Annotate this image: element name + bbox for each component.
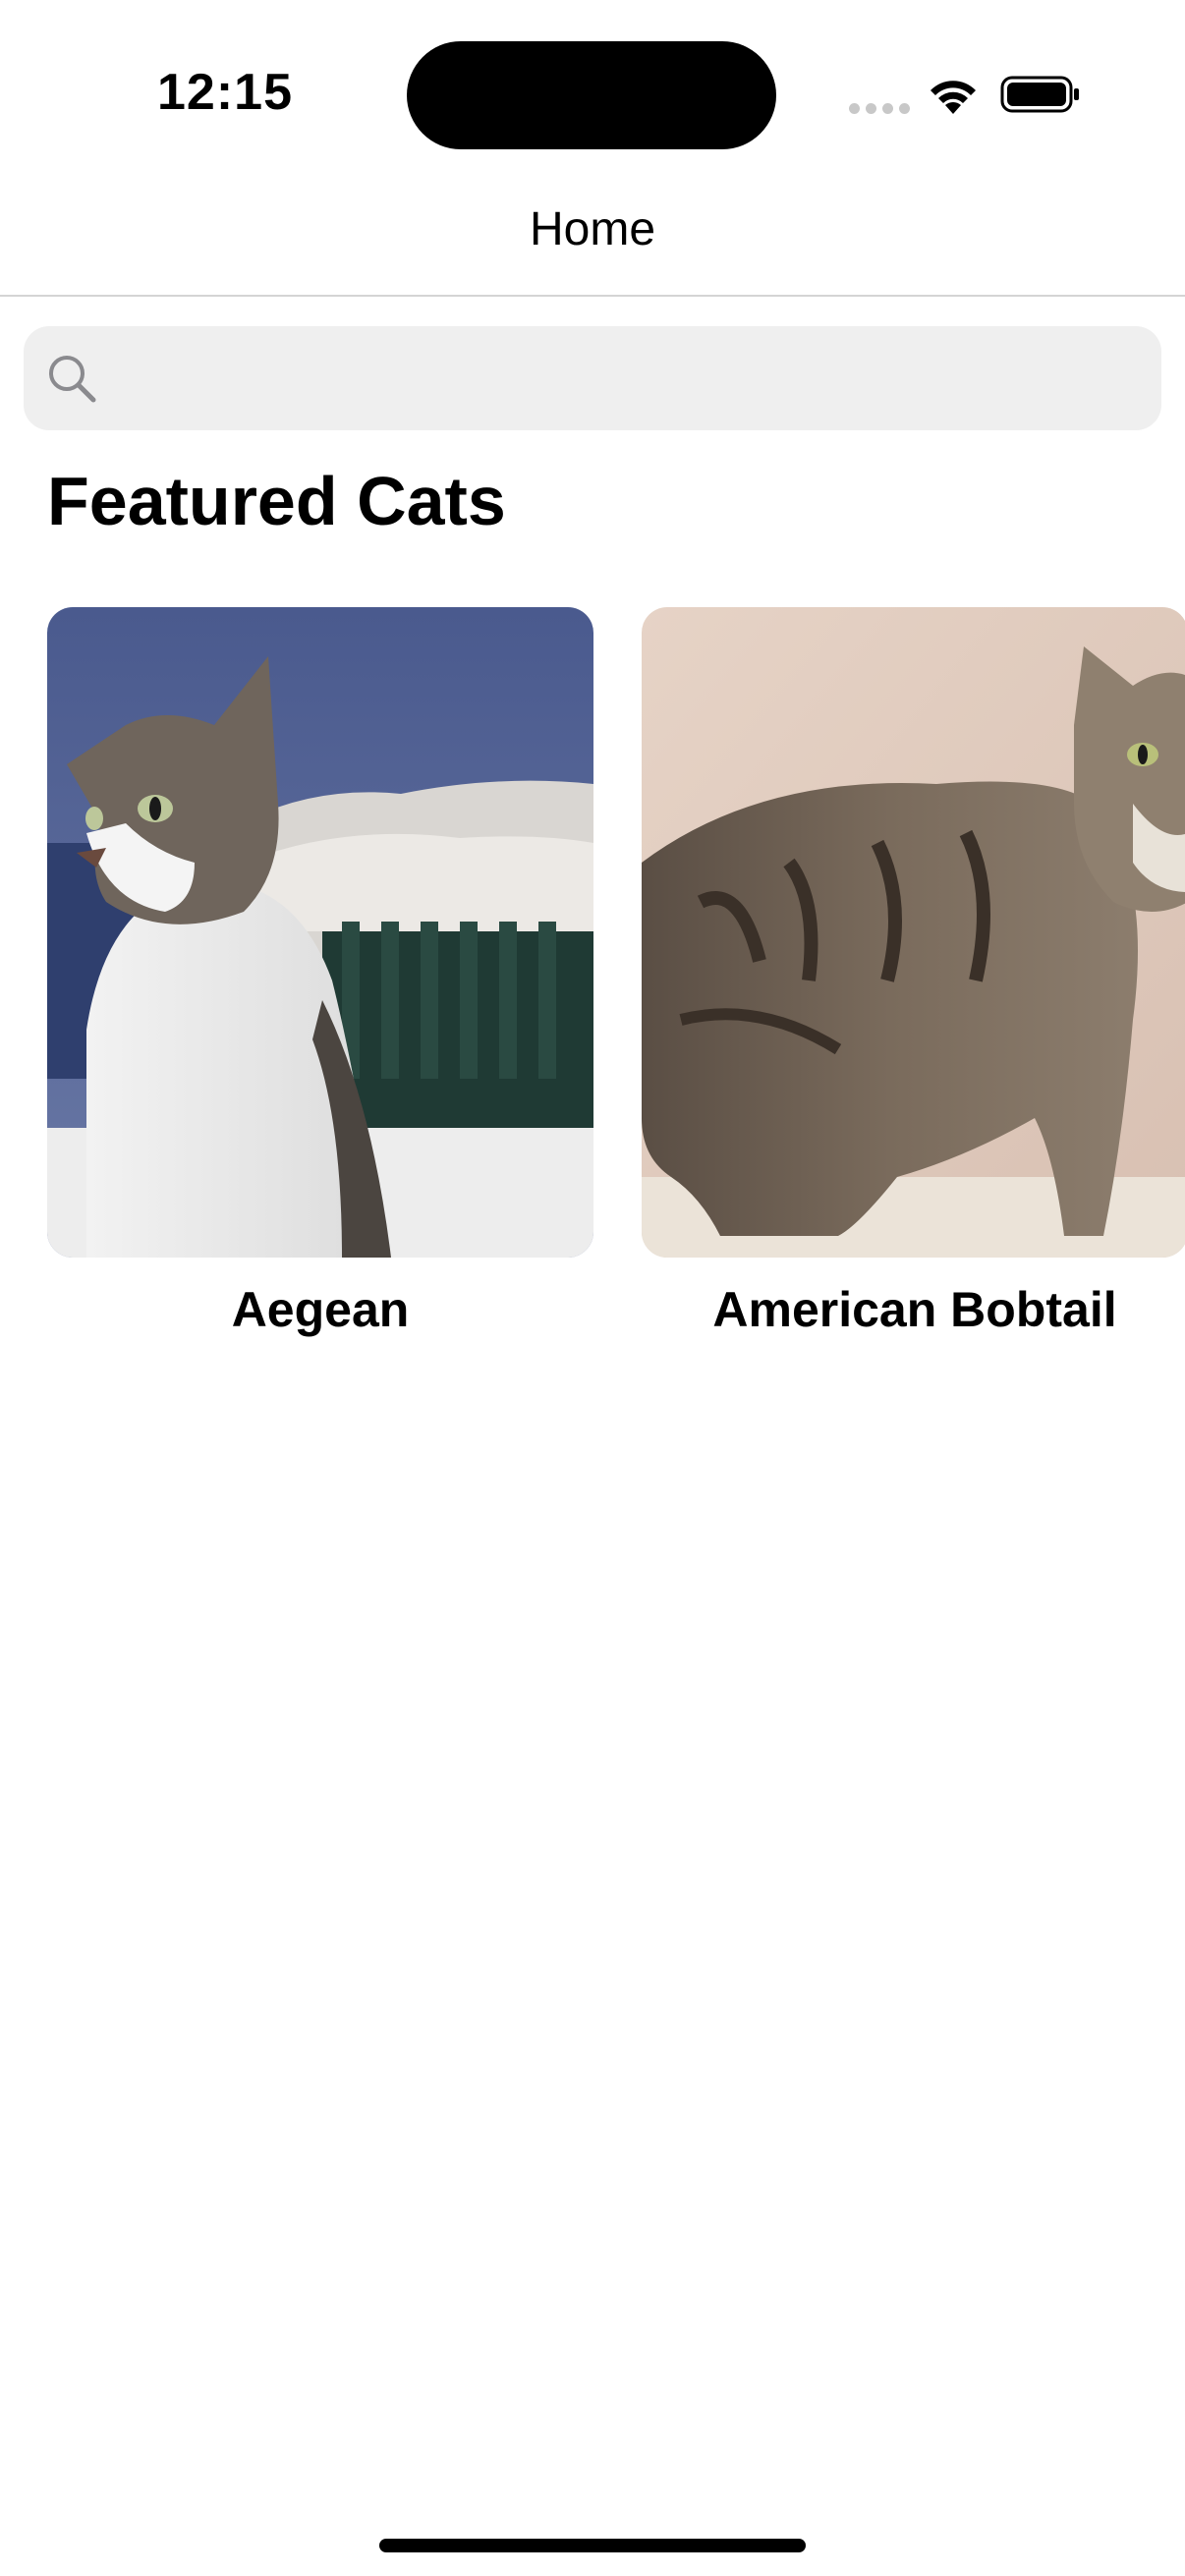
cat-card-american-bobtail[interactable]: American Bobtail xyxy=(642,607,1185,1337)
search-bar[interactable] xyxy=(24,326,1161,432)
cat-name: American Bobtail xyxy=(712,1282,1117,1337)
cellular-signal-icon xyxy=(849,103,910,114)
cat-name: Aegean xyxy=(231,1282,410,1337)
home-indicator[interactable] xyxy=(379,2539,806,2552)
search-input[interactable] xyxy=(114,326,1140,432)
battery-icon xyxy=(1000,76,1079,113)
wifi-icon xyxy=(931,81,976,114)
nav-divider xyxy=(0,295,1185,297)
status-time: 12:15 xyxy=(157,64,293,121)
dynamic-island xyxy=(407,41,776,149)
page-title: Home xyxy=(529,203,656,255)
search-icon xyxy=(49,356,96,403)
featured-cats-carousel[interactable]: Aegean American Bobtail xyxy=(0,607,1185,1354)
section-title: Featured Cats xyxy=(47,463,506,539)
cat-photo-aegean xyxy=(47,607,593,1258)
cat-card-aegean[interactable]: Aegean xyxy=(47,607,593,1337)
cat-photo-american-bobtail xyxy=(642,607,1185,1258)
